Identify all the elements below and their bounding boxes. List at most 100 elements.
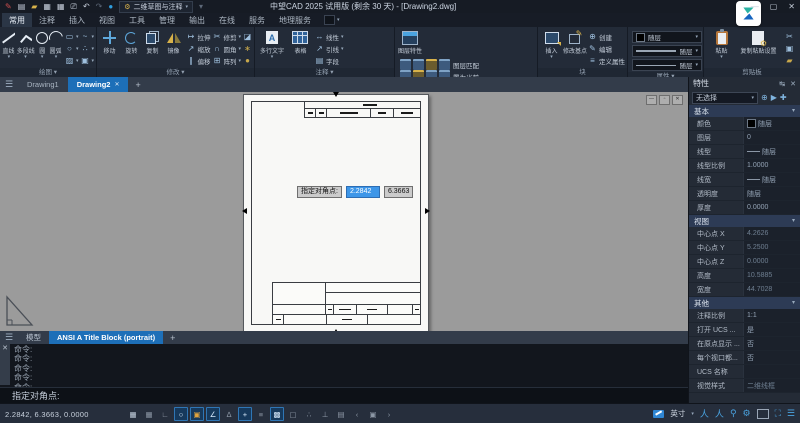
command-line-window[interactable]: ✕ 命令: 命令: 命令: 命令: 命令: 指定对角点:	[0, 344, 688, 403]
app-logo-icon[interactable]: ✎	[5, 0, 12, 13]
draw-group-label[interactable]: 绘图 ▾	[0, 68, 96, 77]
close-button[interactable]: ✕	[788, 2, 795, 11]
leader-button[interactable]: 引线▾	[315, 43, 344, 54]
selection-dropdown[interactable]: 无选择▾	[692, 92, 758, 104]
mdi-restore-button[interactable]: ▫	[659, 95, 670, 105]
format-painter-button[interactable]	[785, 55, 794, 66]
ribbon-tab-insert[interactable]: 插入	[62, 13, 92, 27]
select-objects-icon[interactable]: ▶	[771, 93, 777, 102]
layout-tabs-menu-icon[interactable]: ☰	[0, 331, 18, 344]
workspace-selector[interactable]: ⚙ 二维草图与注释 ▾	[119, 1, 193, 13]
mtext-button[interactable]: A多行文字▾	[257, 28, 287, 59]
layer-tool-icon[interactable]	[426, 59, 437, 70]
dynamic-input-x-field[interactable]: 2.2842	[346, 186, 380, 198]
copy-clip-button[interactable]	[785, 43, 794, 54]
next-icon[interactable]: ›	[382, 407, 396, 421]
workspace-switch-icon[interactable]: ⚙	[743, 408, 751, 419]
fullscreen-icon[interactable]: ⛶	[775, 408, 781, 419]
layout-switch-icon[interactable]: ▣	[366, 407, 380, 421]
property-row[interactable]: 高度10.5885	[689, 269, 800, 283]
define-attr-button[interactable]: 定义属性	[588, 55, 625, 66]
stretch-button[interactable]: 拉伸	[187, 31, 211, 42]
lineweight-toggle-icon[interactable]: ≡	[254, 407, 268, 421]
annotation-monitor-toggle-icon[interactable]: ▤	[334, 407, 348, 421]
mdi-close-button[interactable]: ✕	[672, 95, 683, 105]
erase-button[interactable]	[243, 31, 252, 42]
create-block-button[interactable]: 创建	[588, 31, 625, 42]
doc-tab-drawing2[interactable]: Drawing2✕	[68, 77, 129, 92]
transparency-toggle-icon[interactable]: ▩	[270, 407, 284, 421]
save-icon[interactable]: ▦	[43, 0, 51, 13]
property-row[interactable]: 中心点 Z0.0000	[689, 255, 800, 269]
grid-toggle-icon[interactable]: ▦	[142, 407, 156, 421]
property-row[interactable]: 颜色随层	[689, 117, 800, 131]
new-tab-button[interactable]: +	[128, 77, 147, 92]
copy-button[interactable]: 复制	[142, 28, 163, 55]
rectangle-button[interactable]: ▾▾	[65, 31, 94, 42]
ortho-toggle-icon[interactable]: ∟	[158, 407, 172, 421]
plot-icon[interactable]: ⎚	[71, 0, 77, 13]
layer-tool-icon[interactable]	[413, 59, 424, 70]
hatch-button[interactable]: ▾▾	[65, 55, 94, 66]
ribbon-tab-tools[interactable]: 工具	[122, 13, 152, 27]
rotate-button[interactable]: 旋转	[120, 28, 141, 55]
ribbon-tab-geo[interactable]: 地理服务	[272, 13, 318, 27]
osnap-settings-toggle-icon[interactable]: ▣	[190, 407, 204, 421]
selection-cycling-toggle-icon[interactable]: ▢	[286, 407, 300, 421]
lineweight-dropdown[interactable]: 随层▾	[632, 45, 702, 57]
snap-grid-toggle-icon[interactable]: ▦	[126, 407, 140, 421]
arc-button[interactable]: 圆弧▾	[49, 28, 63, 59]
model-tab[interactable]: 模型	[18, 331, 49, 344]
property-row[interactable]: 宽度44.7028	[689, 283, 800, 297]
paste-settings-button[interactable]: 复制粘贴设置	[736, 28, 780, 55]
explode-button[interactable]	[243, 43, 252, 54]
line-button[interactable]: 直线▾	[2, 28, 16, 59]
property-row[interactable]: 每个视口都...否	[689, 351, 800, 365]
property-row[interactable]: 视觉样式二维线框	[689, 379, 800, 393]
property-row[interactable]: 透明度随层	[689, 187, 800, 201]
annotation-visibility-icon[interactable]: 人	[700, 407, 709, 420]
drawing-canvas[interactable]: — ▫ ✕	[0, 92, 688, 331]
dynamic-ucs-toggle-icon[interactable]: ⊥	[318, 407, 332, 421]
doc-tabs-menu-icon[interactable]: ☰	[0, 77, 18, 92]
polyline-button[interactable]: 多段线▾	[16, 28, 36, 59]
auto-hide-icon[interactable]: ↹	[779, 80, 785, 88]
section-basic[interactable]: 基本▾	[689, 105, 800, 117]
maximize-button[interactable]: ▢	[770, 2, 778, 11]
close-icon[interactable]: ✕	[0, 344, 10, 354]
section-other[interactable]: 其他▾	[689, 297, 800, 309]
property-row[interactable]: 打开 UCS ...是	[689, 323, 800, 337]
mirror-button[interactable]: 镜像	[163, 28, 184, 55]
linear-dim-button[interactable]: 线性▾	[315, 31, 344, 42]
cloud-icon[interactable]: ●	[108, 0, 113, 13]
ribbon-tab-output[interactable]: 输出	[182, 13, 212, 27]
field-button[interactable]: 字段	[315, 55, 344, 66]
layer-properties-button[interactable]: 图层特性	[397, 28, 423, 55]
mdi-minimize-button[interactable]: —	[646, 95, 657, 105]
3d-osnap-toggle-icon[interactable]: ∴	[302, 407, 316, 421]
close-icon[interactable]: ✕	[790, 80, 796, 88]
dynamic-input-y-field[interactable]: 6.3663	[384, 186, 413, 198]
array-button[interactable]: 阵列▾	[213, 55, 242, 66]
dynamic-input-toggle-icon[interactable]: +	[238, 407, 252, 421]
table-button[interactable]: 表格	[287, 28, 313, 55]
toolbar-options-icon[interactable]: ▾	[199, 0, 203, 13]
property-row[interactable]: 图层0	[689, 131, 800, 145]
open-folder-icon[interactable]: ▰	[31, 0, 37, 13]
insert-block-button[interactable]: 插入▾	[540, 28, 563, 59]
circle-button[interactable]: 圆▾	[35, 28, 49, 59]
toggle-pickadd-icon[interactable]: ⊕	[761, 93, 768, 102]
save-as-icon[interactable]: ▦	[57, 0, 65, 13]
otrack-toggle-icon[interactable]: ∆	[222, 407, 236, 421]
property-row[interactable]: 中心点 Y5.2500	[689, 241, 800, 255]
chevron-down-icon[interactable]: ▾	[691, 412, 694, 416]
command-prompt-input[interactable]: 指定对角点:	[0, 387, 688, 403]
ribbon-tab-view[interactable]: 视图	[92, 13, 122, 27]
move-button[interactable]: 移动	[99, 28, 120, 55]
edit-block-button[interactable]: 编辑	[588, 43, 625, 54]
new-layout-button[interactable]: +	[163, 331, 182, 344]
customize-menu-icon[interactable]: ☰	[787, 408, 795, 419]
annotation-scale-icon[interactable]: ⚲	[730, 408, 737, 419]
ribbon-display-toggle[interactable]: ▾	[324, 13, 340, 27]
polar-toggle-icon[interactable]: ∠	[206, 407, 220, 421]
